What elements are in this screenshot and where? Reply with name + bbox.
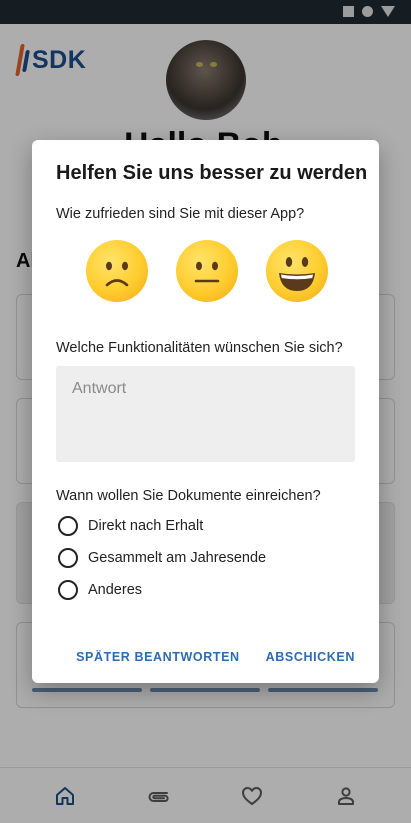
answer-later-button[interactable]: SPÄTER BEANTWORTEN: [76, 650, 240, 664]
radio-option-direkt[interactable]: Direkt nach Erhalt: [58, 516, 203, 536]
radio-option-jahresende[interactable]: Gesammelt am Jahresende: [58, 548, 266, 568]
dialog-title: Helfen Sie uns besser zu werden: [56, 162, 368, 184]
happy-face-icon: [279, 257, 315, 291]
answer-input[interactable]: [56, 366, 355, 462]
documents-question: Wann wollen Sie Dokumente einreichen?: [56, 488, 321, 504]
neutral-face-icon: [194, 261, 220, 283]
sad-face-icon: [105, 261, 129, 287]
radio-button[interactable]: [58, 548, 78, 568]
radio-button[interactable]: [58, 580, 78, 600]
radio-option-anderes[interactable]: Anderes: [58, 580, 142, 600]
feedback-dialog: Helfen Sie uns besser zu werden Wie zufr…: [32, 140, 379, 683]
radio-label: Direkt nach Erhalt: [88, 518, 204, 534]
dialog-actions: SPÄTER BEANTWORTEN ABSCHICKEN: [76, 650, 355, 664]
submit-button[interactable]: ABSCHICKEN: [266, 650, 355, 664]
satisfaction-rating: [86, 240, 328, 302]
radio-button[interactable]: [58, 516, 78, 536]
happy-face-button[interactable]: [266, 240, 328, 302]
radio-label: Anderes: [88, 582, 143, 598]
radio-label: Gesammelt am Jahresende: [88, 550, 267, 566]
features-question: Welche Funktionalitäten wünschen Sie sic…: [56, 340, 343, 356]
neutral-face-button[interactable]: [176, 240, 238, 302]
sad-face-button[interactable]: [86, 240, 148, 302]
satisfaction-question: Wie zufrieden sind Sie mit dieser App?: [56, 206, 305, 222]
